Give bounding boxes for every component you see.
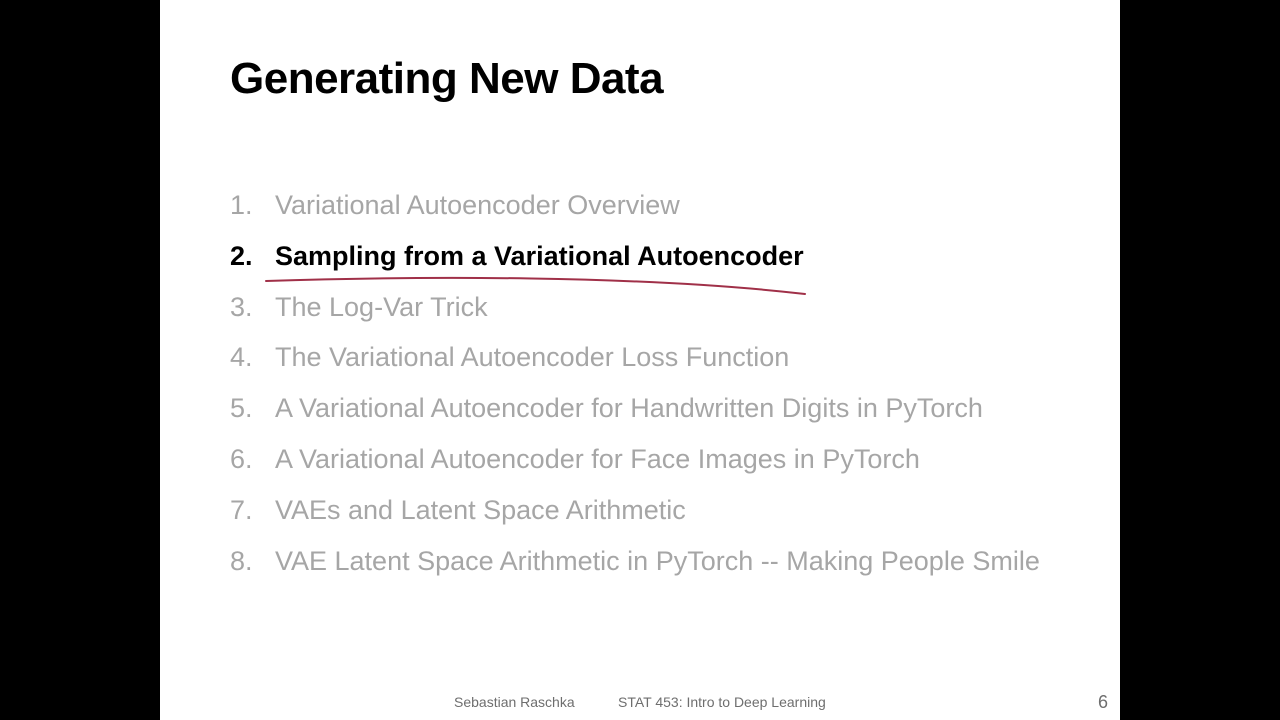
- agenda-item-number: 4.: [230, 342, 253, 373]
- agenda-item-number: 8.: [230, 545, 253, 576]
- agenda-item-number: 6.: [230, 443, 253, 474]
- agenda-item: 1. Variational Autoencoder Overview: [230, 184, 1040, 235]
- agenda-item-text: Variational Autoencoder Overview: [275, 190, 680, 220]
- agenda-item-number: 7.: [230, 494, 253, 525]
- agenda-item: 4. The Variational Autoencoder Loss Funct…: [230, 336, 1040, 387]
- slide-title: Generating New Data: [230, 54, 664, 103]
- agenda-item-number: 3.: [230, 291, 253, 322]
- agenda-item-text: A Variational Autoencoder for Face Image…: [275, 443, 920, 474]
- agenda-item-text: The Log-Var Trick: [275, 291, 488, 322]
- agenda-item: 6. A Variational Autoencoder for Face Ima…: [230, 438, 1040, 489]
- agenda-item: 7. VAEs and Latent Space Arithmetic: [230, 489, 1040, 540]
- agenda-item: 3. The Log-Var Trick: [230, 286, 1040, 337]
- agenda-item-number: 2.: [230, 240, 253, 271]
- footer-author: Sebastian Raschka: [454, 694, 575, 710]
- slide: Generating New Data 1. Variational Autoen…: [160, 0, 1120, 720]
- footer-course: STAT 453: Intro to Deep Learning: [618, 694, 826, 710]
- agenda-item-number: 5.: [230, 393, 253, 424]
- agenda-item-text: Sampling from a Variational Autoencoder: [275, 240, 804, 271]
- agenda-item-text: VAEs and Latent Space Arithmetic: [275, 494, 686, 525]
- page-number: 6: [1098, 692, 1109, 712]
- agenda-item: 8. VAE Latent Space Arithmetic in PyTorch…: [230, 540, 1040, 591]
- agenda-item-text: VAE Latent Space Arithmetic in PyTorch -…: [275, 545, 1040, 576]
- agenda-item: 5. A Variational Autoencoder for Handwrit…: [230, 387, 1040, 438]
- agenda-item-number: 1.: [230, 190, 253, 220]
- agenda-item-current: 2. Sampling from a Variational Autoencode…: [230, 235, 1040, 286]
- agenda-list: 1. Variational Autoencoder Overview 2. Sam…: [230, 184, 1040, 590]
- agenda-item-text: A Variational Autoencoder for Handwritte…: [275, 393, 983, 424]
- agenda-item-text: The Variational Autoencoder Loss Functio…: [275, 342, 790, 373]
